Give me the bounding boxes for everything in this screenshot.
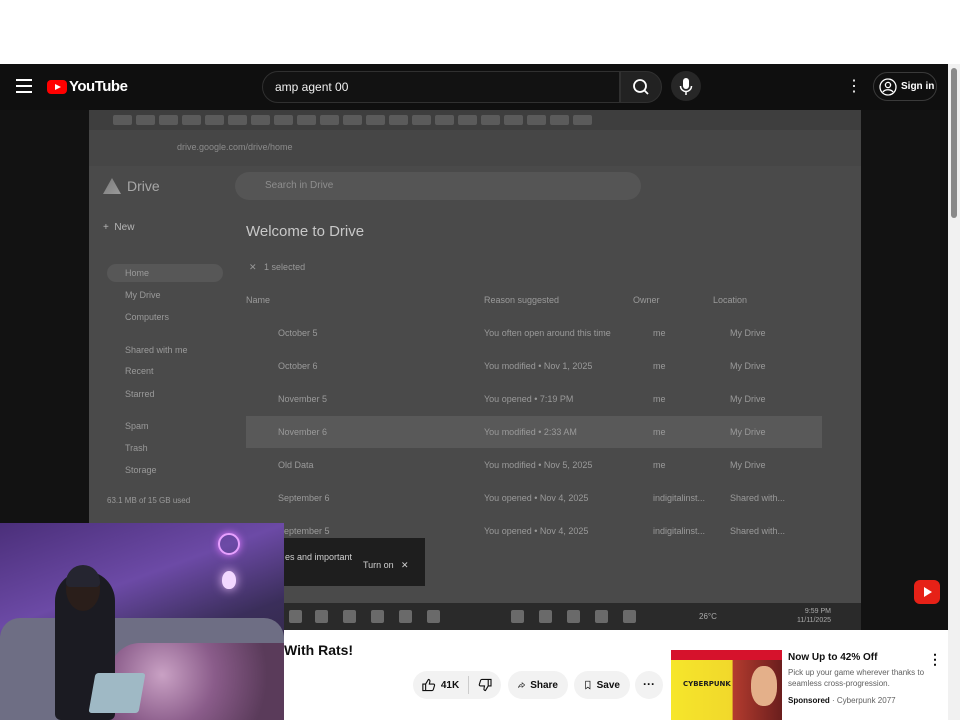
thumbs-up-icon[interactable] (421, 677, 436, 693)
ad-menu-icon[interactable]: ⋮ (928, 650, 942, 668)
youtube-play-icon (47, 79, 67, 94)
share-button[interactable]: Share (508, 671, 568, 699)
toast-close-icon: ✕ (401, 560, 409, 570)
col-header-location: Location (713, 295, 748, 305)
search-icon (633, 79, 649, 95)
drive-nav-starred: Starred (125, 389, 155, 399)
search-input[interactable]: amp agent 00 (262, 71, 620, 103)
video-title: With Rats! (284, 642, 354, 658)
drive-nav-computers: Computers (125, 312, 170, 322)
drive-file-row: November 6 You modified • 2:33 AM me My Dri… (246, 416, 822, 448)
youtube-watch-page: YouTube amp agent 00 ⋮ Sign in drive.goo… (0, 0, 960, 720)
drive-nav-home: Home (107, 264, 223, 282)
drive-nav-trash: Trash (125, 443, 148, 453)
ad-sponsor-line: Sponsored · Cyberpunk 2077 (788, 696, 896, 705)
col-header-name: Name (246, 295, 271, 305)
drive-file-row: October 6 You modified • Nov 1, 2025 me My … (278, 361, 766, 371)
account-icon (879, 77, 897, 96)
scrollbar-thumb[interactable] (951, 68, 957, 218)
taskbar-clock: 9:59 PM 11/11/2025 (797, 608, 831, 624)
youtube-logo[interactable]: YouTube (47, 78, 128, 95)
drive-nav-storage: Storage (125, 465, 157, 475)
drive-file-row: November 5 You opened • 7:19 PM me My Drive (278, 394, 766, 404)
col-header-reason: Reason suggested (484, 295, 560, 305)
col-header-owner: Owner (633, 295, 660, 305)
save-button[interactable]: Save (574, 671, 630, 699)
drive-toast: es and important Turn on ✕ (277, 538, 425, 586)
drive-nav-spam: Spam (125, 421, 149, 431)
drive-icon (103, 178, 121, 194)
page-scrollbar[interactable] (948, 64, 960, 720)
thumbs-down-icon[interactable] (478, 677, 493, 693)
settings-more-icon[interactable]: ⋮ (846, 77, 862, 97)
drive-logo: Drive (103, 178, 160, 194)
drive-file-row: Old Data You modified • Nov 5, 2025 me My D… (278, 460, 766, 470)
top-bar: YouTube amp agent 00 ⋮ Sign in (0, 64, 948, 110)
drive-selection-bar: ✕ 1 selected (249, 262, 306, 272)
ad-description: Pick up your game wherever thanks to sea… (788, 668, 925, 688)
microphone-icon (679, 78, 693, 95)
ad-title[interactable]: Now Up to 42% Off (788, 652, 877, 663)
drive-file-row: October 5 You often open around this time… (278, 328, 766, 338)
like-count[interactable]: 41K (441, 680, 459, 691)
drive-file-row: September 6 You opened • Nov 4, 2025 indig… (278, 493, 786, 503)
webcam-overlay (0, 523, 284, 720)
more-actions-button[interactable]: ··· (635, 671, 663, 699)
channel-watermark-icon[interactable] (914, 580, 940, 604)
drive-search-field: Search in Drive (235, 172, 641, 200)
drive-new-button: + New (103, 222, 135, 233)
neon-planet-icon (218, 533, 240, 555)
menu-icon[interactable] (16, 79, 32, 93)
sign-in-button[interactable]: Sign in (873, 72, 937, 101)
drive-storage-usage: 63.1 MB of 15 GB used (107, 496, 191, 505)
drive-nav-shared: Shared with me (125, 345, 188, 355)
bookmark-icon (585, 680, 591, 690)
browser-tab-strip (89, 110, 861, 130)
like-dislike-group: 41K (413, 671, 501, 699)
drive-nav-recent: Recent (125, 366, 154, 376)
ad-thumbnail[interactable]: CYBERPUNK (671, 650, 782, 720)
browser-address-bar: drive.google.com/drive/home (89, 130, 861, 166)
voice-search-button[interactable] (671, 71, 701, 101)
drive-welcome-title: Welcome to Drive (246, 223, 365, 240)
share-icon (518, 682, 526, 688)
drive-nav-my-drive: My Drive (125, 290, 161, 300)
neon-alien-icon (222, 571, 236, 589)
search-button[interactable] (620, 71, 662, 103)
